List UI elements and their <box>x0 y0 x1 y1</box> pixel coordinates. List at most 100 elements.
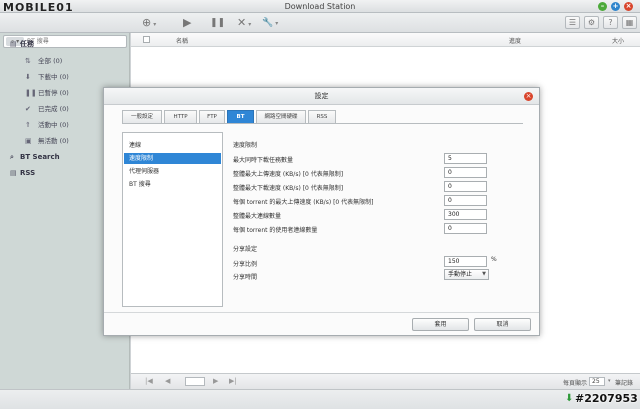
chevron-down-icon: ▾ <box>275 20 279 27</box>
column-progress[interactable]: 進度 <box>509 36 521 45</box>
grid-icon: ▦ <box>625 18 634 27</box>
download-icon: ⬇ <box>25 73 31 81</box>
add-button[interactable]: ⊕ ▾ <box>142 16 156 30</box>
dialog-footer: 套用 取消 <box>104 312 539 335</box>
page-number-input[interactable] <box>185 377 205 386</box>
sidebar-item-completed[interactable]: ✔ 已完成 (0) <box>25 103 69 113</box>
help-button[interactable]: ? <box>603 16 618 29</box>
last-page-icon[interactable]: ▶| <box>229 377 237 385</box>
apply-button[interactable]: 套用 <box>412 318 469 331</box>
tab-general[interactable]: 一般設定 <box>122 110 162 123</box>
add-icon: ⊕ <box>142 16 152 29</box>
sidebar-item-downloading[interactable]: ⬇ 下載中 (0) <box>25 71 69 81</box>
per-page-select[interactable]: 25 <box>589 377 605 386</box>
tab-ftp[interactable]: FTP <box>199 110 225 123</box>
torrent-upload-label: 每個 torrent 的最大上傳速度 (KB/s) [0 代表無限制] <box>233 199 374 206</box>
gear-icon: ⚙ <box>587 18 596 27</box>
watermark: #2207953 <box>575 392 638 405</box>
chevron-down-icon: ▾ <box>153 21 157 28</box>
share-ratio-field[interactable]: 150 <box>444 256 487 267</box>
wrench-icon: 🔧 <box>262 18 274 28</box>
next-page-icon[interactable]: ▶ <box>213 377 218 385</box>
first-page-icon[interactable]: |◀ <box>145 377 153 385</box>
close-icon[interactable]: × <box>524 92 533 101</box>
search-icon: ⌕ <box>10 153 14 161</box>
toolbar: ⊕ ▾ ▶ ❚❚ ✕ ▾ 🔧 ▾ ☰ ⚙ ? ▦ <box>0 13 640 33</box>
delete-button[interactable]: ✕ ▾ <box>237 16 251 30</box>
list-icon: ☰ <box>568 18 577 27</box>
download-icon: ⬇ <box>565 393 574 404</box>
column-name[interactable]: 名稱 <box>176 36 188 45</box>
share-time-select[interactable]: 手動停止 ▼ <box>444 269 489 280</box>
max-download-field[interactable]: 0 <box>444 181 487 192</box>
per-page-label: 每頁顯示 <box>563 380 588 387</box>
peer-connections-field[interactable]: 0 <box>444 223 487 234</box>
list-header: 名稱 進度 大小 <box>131 33 640 47</box>
torrent-upload-field[interactable]: 0 <box>444 195 487 206</box>
sidebar-task-header[interactable]: ▤ 任務 <box>10 39 34 49</box>
max-connections-field[interactable]: 300 <box>444 209 487 220</box>
max-connections-label: 整體最大連線數量 <box>233 213 282 220</box>
share-section-title: 分享設定 <box>233 246 258 253</box>
title-bar: MOBILE01 Download Station – + × <box>0 0 640 14</box>
chevron-down-icon[interactable]: ▾ <box>608 378 611 384</box>
share-time-label: 分享時間 <box>233 274 258 281</box>
app-title: Download Station <box>284 2 356 11</box>
tab-bt[interactable]: BT <box>227 110 254 123</box>
sidebar-item-rss[interactable]: ▤ RSS <box>10 169 35 177</box>
prev-page-icon[interactable]: ◀ <box>165 377 170 385</box>
category-connection[interactable]: 連線 <box>124 140 221 151</box>
play-icon: ▶ <box>183 16 192 29</box>
all-icon: ⇅ <box>25 57 31 65</box>
select-all-checkbox[interactable] <box>143 36 150 43</box>
close-window-button[interactable]: × <box>624 2 633 11</box>
chevron-down-icon: ▼ <box>482 271 486 277</box>
speed-section-title: 速度限制 <box>233 142 258 149</box>
delete-icon: ✕ <box>237 16 247 29</box>
pause-button[interactable]: ❚❚ <box>210 16 225 30</box>
task-icon: ▤ <box>10 40 17 48</box>
tools-button[interactable]: 🔧 ▾ <box>262 16 278 30</box>
max-tasks-label: 最大同時下載任務數量 <box>233 157 294 164</box>
search-input[interactable] <box>27 37 123 46</box>
pause-icon: ❚❚ <box>210 18 226 28</box>
tab-rss[interactable]: RSS <box>308 110 336 123</box>
share-ratio-label: 分享比例 <box>233 261 258 268</box>
check-icon: ✔ <box>25 105 31 113</box>
sidebar-item-active[interactable]: ⇑ 活動中 (0) <box>25 119 69 129</box>
minimize-button[interactable]: – <box>598 2 607 11</box>
records-label: 筆記錄 <box>615 380 634 387</box>
max-tasks-field[interactable]: 5 <box>444 153 487 164</box>
tab-http[interactable]: HTTP <box>164 110 197 123</box>
dialog-title: 設定 <box>104 88 539 105</box>
peer-connections-label: 每個 torrent 的使用者連線數量 <box>233 227 318 234</box>
column-size[interactable]: 大小 <box>612 36 624 45</box>
pause-icon: ❚❚ <box>25 89 37 97</box>
max-download-label: 整體最大下載速度 (KB/s) [0 代表無限制] <box>233 185 344 192</box>
start-button[interactable]: ▶ <box>183 16 191 30</box>
sidebar-item-inactive[interactable]: ▣ 無活動 (0) <box>25 135 69 145</box>
options-button[interactable]: ▦ <box>622 16 637 29</box>
pager: |◀ ◀ ▶ ▶| 每頁顯示 25 ▾ 筆記錄 <box>131 373 640 389</box>
category-speed-limit[interactable]: 速度限制 <box>124 153 221 164</box>
sidebar-item-all[interactable]: ⇅ 全部 (0) <box>25 55 62 65</box>
percent-unit: % <box>491 256 497 263</box>
status-bar: ⬇ #2207953 <box>0 389 640 409</box>
chevron-down-icon: ▾ <box>248 21 252 28</box>
settings-dialog: 設定 × 一般設定 HTTP FTP BT 網路空間硬碟 RSS 連線 速度限制… <box>103 87 540 336</box>
cancel-button[interactable]: 取消 <box>474 318 531 331</box>
tab-network-drive[interactable]: 網路空間硬碟 <box>256 110 306 123</box>
list-view-button[interactable]: ☰ <box>565 16 580 29</box>
sidebar-item-paused[interactable]: ❚❚已暫停 (0) <box>25 87 69 97</box>
inactive-icon: ▣ <box>25 137 32 145</box>
max-upload-field[interactable]: 0 <box>444 167 487 178</box>
category-proxy[interactable]: 代理伺服器 <box>124 166 221 177</box>
tab-divider <box>122 123 523 124</box>
max-upload-label: 整體最大上傳速度 (KB/s) [0 代表無限制] <box>233 171 344 178</box>
help-icon: ? <box>608 18 613 27</box>
category-bt-search[interactable]: BT 搜尋 <box>124 179 221 190</box>
sidebar-item-bt-search[interactable]: ⌕ BT Search <box>10 153 60 162</box>
rss-icon: ▤ <box>10 169 17 177</box>
settings-button[interactable]: ⚙ <box>584 16 599 29</box>
maximize-button[interactable]: + <box>611 2 620 11</box>
